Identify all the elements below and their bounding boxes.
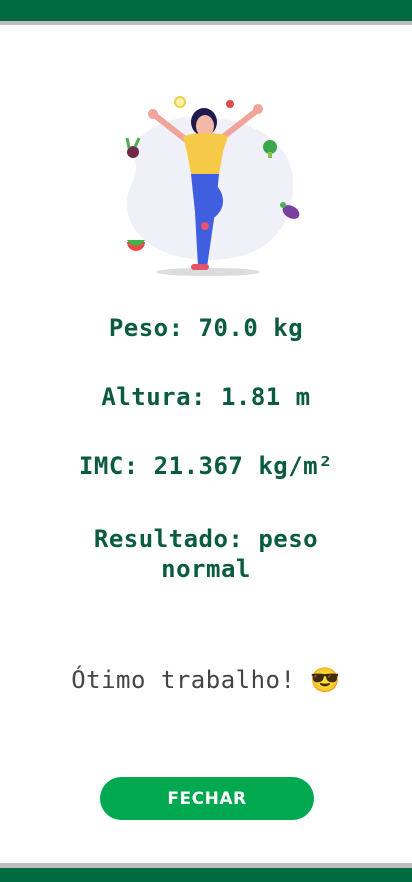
encouragement-message: Ótimo trabalho! 😎 — [71, 666, 341, 694]
close-button[interactable]: FECHAR — [100, 777, 314, 820]
woman-yoga-illustration — [115, 92, 305, 282]
top-bar — [0, 0, 412, 21]
top-bar-shadow — [0, 21, 412, 25]
weight-value: Peso: 70.0 kg — [108, 314, 304, 342]
height-value: Altura: 1.81 m — [101, 383, 311, 411]
bottom-bar — [0, 868, 412, 882]
bmi-result: Resultado: peso normal — [93, 525, 319, 583]
bmi-value: IMC: 21.367 kg/m² — [78, 452, 334, 480]
